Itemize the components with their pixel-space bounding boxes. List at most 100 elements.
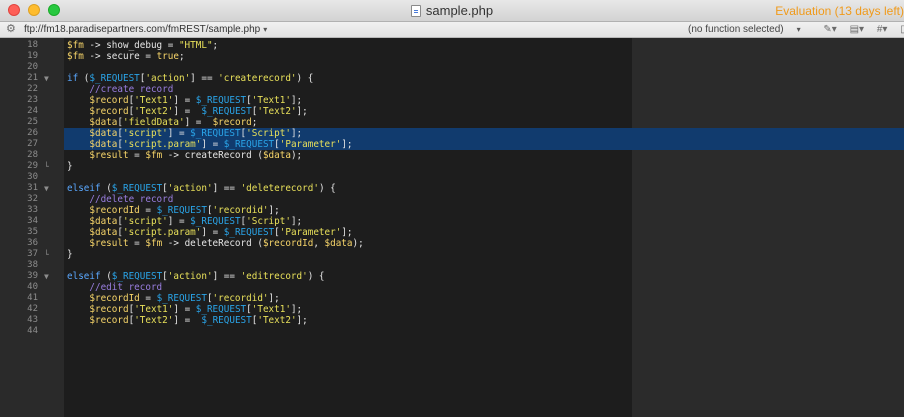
code-token: $data [89,216,118,227]
gear-icon[interactable]: ⚙ [6,22,16,37]
code-line[interactable]: 43 $record['Text2'] = $_REQUEST['Text2']… [0,315,904,326]
code-token: $data [89,139,118,150]
code-token: ] = [201,227,224,238]
code-line[interactable]: 24 $record['Text2'] = $_REQUEST['Text2']… [0,106,904,117]
code-text: } [67,249,73,260]
code-line[interactable]: 34 $data['script'] = $_REQUEST['Script']… [0,216,904,227]
code-token: 'Text1' [251,304,291,315]
code-token: 'Text1' [251,95,291,106]
code-line[interactable]: 22 //create record [0,84,904,95]
bookmark-icon[interactable]: ✎▾ [823,24,836,35]
code-text: $result = $fm -> deleteRecord ($recordId… [67,238,364,249]
code-line[interactable]: 40 //edit record [0,282,904,293]
fold-triangle-icon[interactable]: ▼ [44,271,49,282]
code-token: $record [89,95,129,106]
code-line[interactable]: 35 $data['script.param'] = $_REQUEST['Pa… [0,227,904,238]
code-token: $_REQUEST [190,128,241,139]
code-text: $result = $fm -> createRecord ($data); [67,150,302,161]
line-number: 30 [27,172,38,182]
hash-icon[interactable]: #▾ [877,24,888,35]
code-text: elseif ($_REQUEST['action'] == 'editreco… [67,271,325,282]
code-token: $recordId [89,205,140,216]
code-line[interactable]: 38 [0,260,904,271]
line-number: 40 [27,282,38,292]
line-number: 39 [27,271,38,281]
code-line[interactable]: 18 $fm -> show_debug = "HTML"; [0,40,904,51]
code-token: "HTML" [178,40,213,51]
code-token: $_REQUEST [156,293,207,304]
fold-end-icon[interactable]: └ [44,249,49,260]
code-token: ] = [173,95,196,106]
code-line[interactable]: 33 $recordId = $_REQUEST['recordid']; [0,205,904,216]
line-number: 22 [27,84,38,94]
code-line[interactable]: 20 [0,62,904,73]
code-line[interactable]: 36 $result = $fm -> deleteRecord ($recor… [0,238,904,249]
code-line[interactable]: 19 $fm -> secure = true; [0,51,904,62]
code-token: ); [352,238,364,249]
line-number: 27 [27,139,38,149]
code-token: $data [262,150,291,161]
code-token: $_REQUEST [223,227,275,238]
code-line[interactable]: 39 ▼ elseif ($_REQUEST['action'] == 'editr… [0,271,904,282]
code-token: $data [89,117,118,128]
code-token: //delete record [89,194,174,205]
code-line[interactable]: 29 └} [0,161,904,172]
code-line[interactable]: 31 ▼ elseif ($_REQUEST['action'] == 'delet… [0,183,904,194]
document-icon[interactable]: ▯ [900,24,904,35]
code-token: ]; [341,227,353,238]
code-line[interactable]: 21 ▼ if ($_REQUEST['action'] == 'createrec… [0,73,904,84]
code-token: 'Text2' [134,106,174,117]
line-number: 21 [27,73,38,83]
fold-end-icon[interactable]: └ [44,161,49,172]
line-number: 18 [27,40,38,50]
code-token: 'script.param' [123,227,202,238]
code-line[interactable]: 42 $record['Text1'] = $_REQUEST['Text1']… [0,304,904,315]
file-path-popup[interactable]: ftp://fm18.paradisepartners.com/fmREST/s… [24,22,267,37]
clipboard-icon[interactable]: ▤▾ [850,24,864,35]
code-text: //delete record [67,194,173,205]
code-line[interactable]: 41 $recordId = $_REQUEST['recordid']; [0,293,904,304]
code-editor[interactable]: 18 $fm -> show_debug = "HTML"; 19 $fm -> se… [0,38,904,417]
code-token: } [67,249,73,260]
evaluation-notice[interactable]: Evaluation (13 days left) [775,4,904,18]
code-token: 'Parameter' [279,139,342,150]
line-number: 44 [27,326,38,336]
code-token: = [139,293,157,304]
function-selector[interactable]: (no function selected) ▾ [688,24,811,35]
code-line[interactable]: 28 $result = $fm -> createRecord ($data)… [0,150,904,161]
code-token: ; [212,40,219,51]
code-line[interactable]: 37 └} [0,249,904,260]
code-token: ] == [212,271,241,282]
code-text: if ($_REQUEST['action'] == 'createrecord… [67,73,313,84]
line-number: 43 [27,315,38,325]
code-token: $result [89,150,129,161]
code-token: ] = [184,117,213,128]
code-token: 'script.param' [123,139,202,150]
code-token: $_REQUEST [201,315,252,326]
code-token: 'Script' [246,216,291,227]
code-token: createRecord ( [184,150,263,161]
code-token: elseif [67,183,101,194]
code-line[interactable]: 23 $record['Text1'] = $_REQUEST['Text1']… [0,95,904,106]
code-line[interactable]: 27 $data['script.param'] = $_REQUEST['Pa… [0,139,904,150]
fold-triangle-icon[interactable]: ▼ [44,183,49,194]
code-token: $fm [145,150,163,161]
code-token: //create record [89,84,174,95]
code-token: ( [78,73,90,84]
code-line[interactable]: 32 //delete record [0,194,904,205]
code-line[interactable]: 25 $data['fieldData'] = $record; [0,117,904,128]
fold-triangle-icon[interactable]: ▼ [44,73,49,84]
chevron-down-icon: ▾ [263,25,268,34]
code-token: $data [324,238,353,249]
code-lines[interactable]: 18 $fm -> show_debug = "HTML"; 19 $fm -> se… [0,40,904,337]
code-line[interactable]: 26 $data['script'] = $_REQUEST['Script']… [0,128,904,139]
code-line[interactable]: 44 [0,326,904,337]
code-token: $_REQUEST [201,106,252,117]
code-token: show_debug = [106,40,179,51]
code-token: ( [100,271,112,282]
code-line[interactable]: 30 [0,172,904,183]
